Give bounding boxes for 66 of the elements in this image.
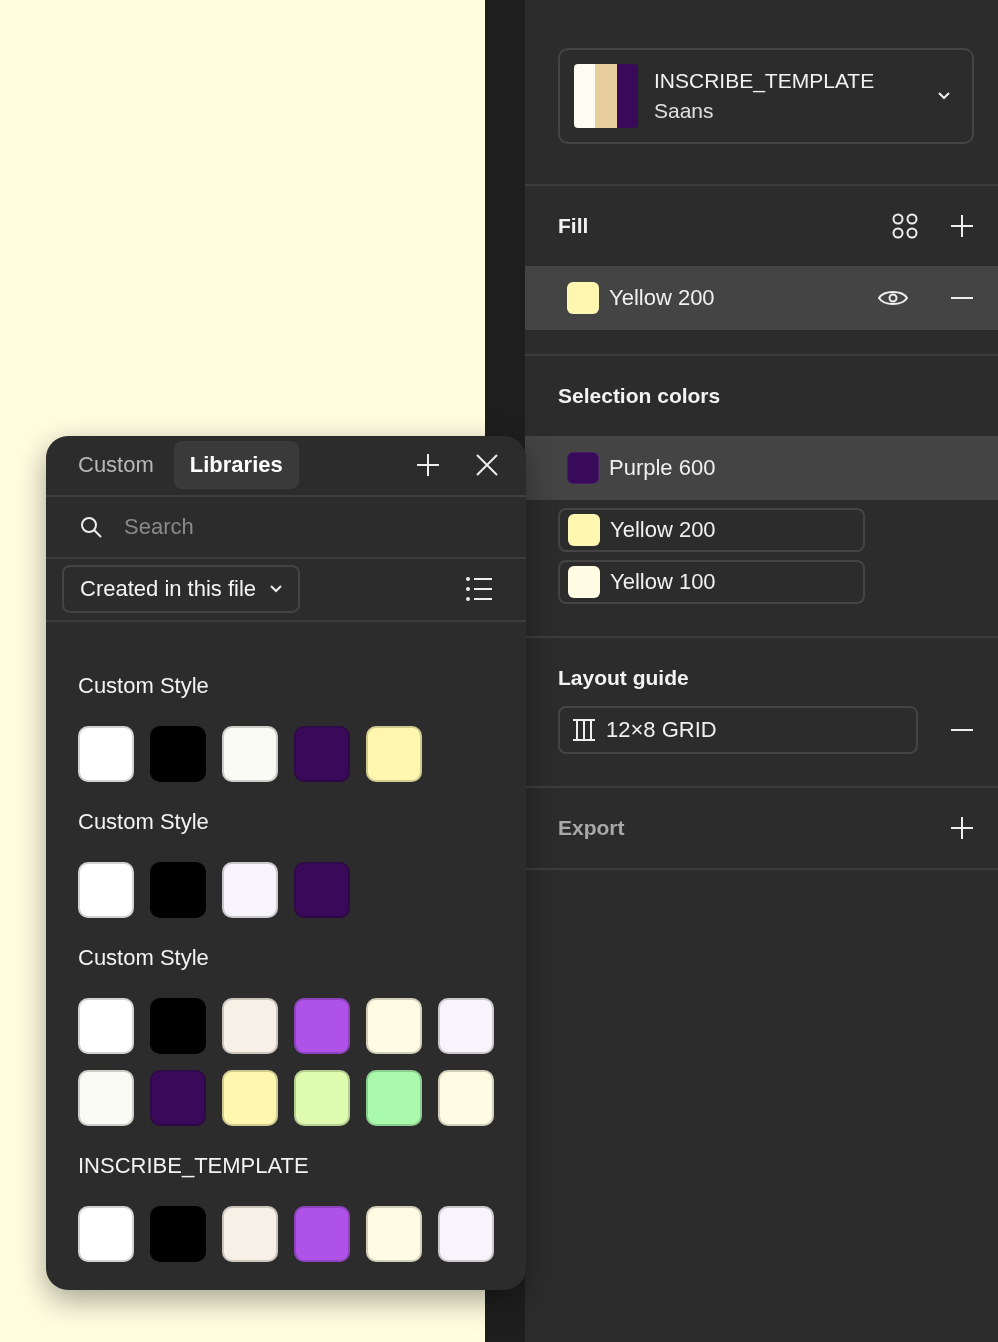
section-title: Layout guide [558, 666, 690, 690]
color-swatch[interactable] [150, 726, 206, 782]
section-title: Export [558, 816, 626, 840]
columns-icon [572, 718, 596, 742]
palette-preview [574, 64, 638, 128]
color-swatch[interactable] [222, 998, 278, 1054]
color-swatch[interactable] [294, 726, 350, 782]
search-field[interactable]: Search [122, 512, 492, 541]
selection-color-item[interactable]: Yellow 100 [558, 560, 865, 604]
plus-icon [950, 816, 974, 840]
color-swatch[interactable] [222, 1206, 278, 1262]
color-swatch[interactable] [222, 862, 278, 918]
selection-color-item[interactable]: Yellow 200 [558, 508, 865, 552]
group-title: INSCRIBE_TEMPLATE [78, 1154, 310, 1178]
plus-icon [950, 214, 974, 238]
minus-icon [950, 297, 974, 299]
color-swatch[interactable] [78, 1070, 134, 1126]
list-icon [466, 577, 492, 602]
close-icon [476, 454, 498, 477]
fill-name: Yellow 200 [609, 285, 716, 311]
plus-icon [416, 453, 440, 478]
eye-icon [878, 288, 908, 308]
color-swatch[interactable] [366, 726, 422, 782]
four-circles-icon [892, 213, 918, 239]
color-swatch[interactable] [150, 862, 206, 918]
filter-dropdown[interactable]: Created in this file [62, 565, 301, 614]
color-swatch[interactable] [78, 1206, 134, 1262]
color-swatch[interactable] [294, 1070, 350, 1126]
color-swatch[interactable] [438, 998, 494, 1054]
fill-row[interactable]: Yellow 200 [525, 266, 998, 330]
chevron-down-icon [938, 92, 950, 100]
color-swatch[interactable] [78, 862, 134, 918]
color-swatch[interactable] [438, 1206, 494, 1262]
chevron-down-icon [270, 585, 283, 594]
selection-color-row[interactable]: Purple 600 [525, 436, 998, 500]
font-name: Saans [654, 99, 715, 123]
color-swatch[interactable] [438, 1070, 494, 1126]
color-swatch[interactable] [294, 998, 350, 1054]
color-swatch[interactable] [78, 726, 134, 782]
template-name: INSCRIBE_TEMPLATE [654, 69, 876, 93]
group-title: Custom Style [78, 674, 210, 698]
section-title: Fill [558, 214, 590, 238]
group-title: Custom Style [78, 946, 210, 970]
tab[interactable]: Libraries [173, 441, 299, 490]
color-name: Yellow 100 [610, 569, 717, 595]
color-swatch[interactable] [294, 862, 350, 918]
color-swatch[interactable] [366, 998, 422, 1054]
minus-icon [950, 729, 974, 731]
tab[interactable]: Custom [62, 441, 170, 490]
color-name: Yellow 200 [610, 517, 717, 543]
color-swatch[interactable] [366, 1206, 422, 1262]
color-swatch[interactable] [150, 1070, 206, 1126]
template-selector[interactable]: INSCRIBE_TEMPLATE Saans [558, 48, 974, 144]
color-swatch[interactable] [294, 1206, 350, 1262]
color-swatch[interactable] [366, 1070, 422, 1126]
grid-field[interactable]: 12×8 GRID [558, 706, 918, 754]
color-swatch[interactable] [150, 998, 206, 1054]
color-swatch[interactable] [222, 726, 278, 782]
color-swatch[interactable] [78, 998, 134, 1054]
color-swatch[interactable] [222, 1070, 278, 1126]
group-title: Custom Style [78, 810, 210, 834]
grid-name: 12×8 GRID [606, 717, 718, 743]
section-title: Selection colors [558, 384, 722, 408]
search-icon [80, 515, 102, 538]
color-name: Purple 600 [609, 455, 717, 481]
color-swatch[interactable] [150, 1206, 206, 1262]
